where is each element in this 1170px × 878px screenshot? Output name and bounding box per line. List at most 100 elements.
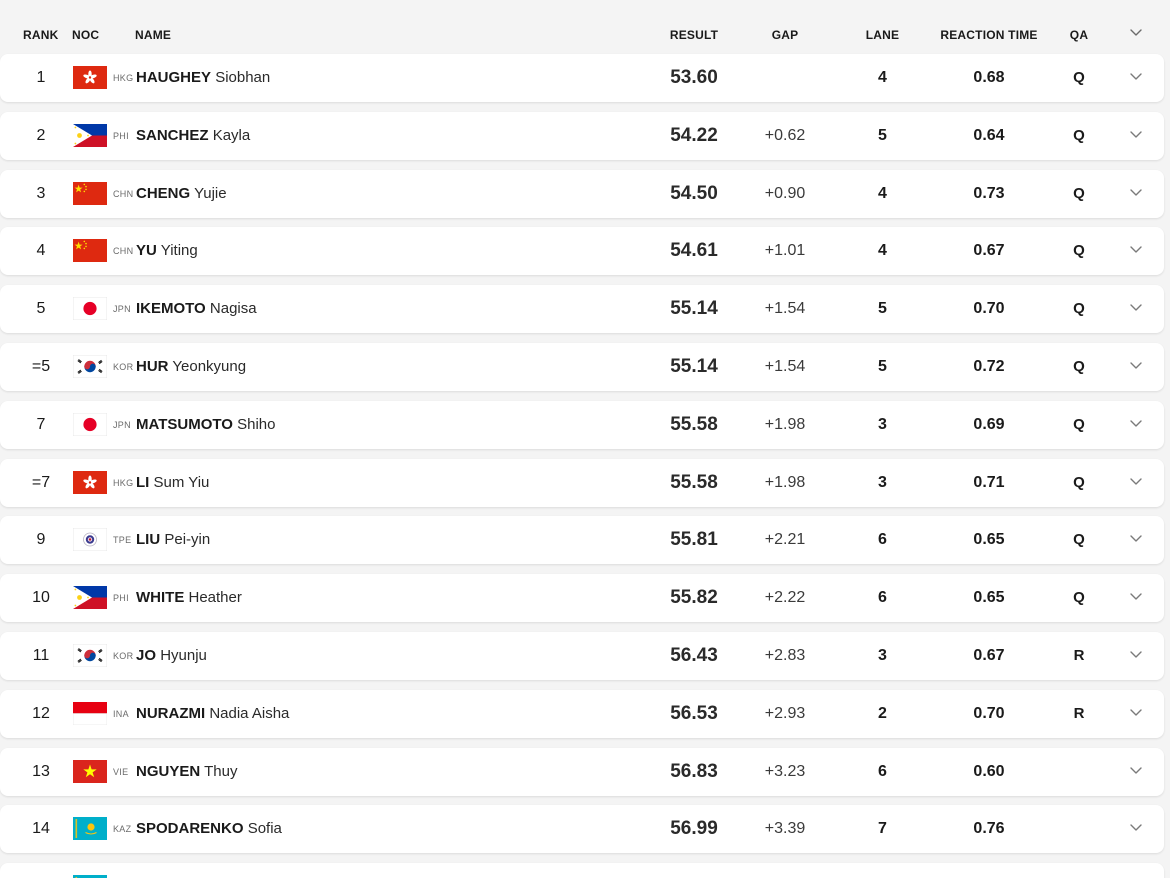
table-row[interactable]: 7 JPN MATSUMOTO Shiho 55.58 +1.98 3 0.69 Q: [0, 400, 1164, 449]
rank-value: 3: [36, 184, 46, 202]
table-row[interactable]: 2 PHI SANCHEZ Kayla 54.22 +0.62 5 0.64 Q: [0, 111, 1164, 160]
indonesia-flag-icon: [73, 701, 107, 725]
expand-row-chevron-down-icon[interactable]: [1127, 475, 1145, 489]
rank-value: 13: [32, 762, 50, 780]
expand-all-chevron-down-icon[interactable]: [1127, 26, 1145, 40]
noc-code: VIE: [113, 766, 129, 777]
gap-value: +2.21: [764, 531, 806, 549]
noc-code: PHI: [113, 593, 129, 604]
athlete-given-name: Nagisa: [209, 300, 257, 318]
korea-flag-icon: [73, 355, 107, 378]
expand-row-chevron-down-icon[interactable]: [1127, 186, 1145, 200]
table-row[interactable]: KAZ: [0, 863, 1164, 878]
reaction-time-value: 0.65: [973, 531, 1005, 549]
expand-row-chevron-down-icon[interactable]: [1127, 417, 1145, 431]
noc-code: CHN: [113, 188, 134, 199]
athlete-name[interactable]: JO Hyunju: [136, 632, 207, 680]
athlete-given-name: Hyunju: [160, 647, 207, 664]
athlete-name[interactable]: NURAZMI Nadia Aisha: [136, 690, 289, 738]
athlete-name[interactable]: HAUGHEY Siobhan: [136, 54, 270, 102]
expand-row-chevron-down-icon[interactable]: [1127, 70, 1145, 84]
column-header-name[interactable]: NAME: [135, 28, 171, 42]
athlete-surname: LIU: [136, 531, 161, 549]
table-row[interactable]: 11 KOR JO Hyunju 56.43 +2.83 3 0.67 R: [0, 632, 1164, 680]
expand-row-chevron-down-icon[interactable]: [1127, 590, 1145, 604]
table-row[interactable]: 9 TPE LIU Pei-yin 55.81 +2.21 6 0.65 Q: [0, 516, 1164, 565]
table-row[interactable]: 3 CHN CHENG Yujie 54.50 +0.90 4 0.73 Q: [0, 169, 1164, 218]
table-row[interactable]: 4 CHN YU Yiting 54.61 +1.01 4 0.67 Q: [0, 227, 1164, 276]
gap-value: [735, 863, 835, 878]
athlete-name[interactable]: SANCHEZ Kayla: [136, 112, 250, 160]
lane-value: 4: [878, 69, 887, 86]
gap-value: [735, 54, 835, 102]
expand-row-chevron-down-icon[interactable]: [1127, 764, 1145, 778]
expand-row-chevron-down-icon[interactable]: [1127, 821, 1145, 835]
athlete-name[interactable]: LIU Pei-yin: [136, 516, 210, 564]
table-row[interactable]: 5 JPN IKEMOTO Nagisa 55.14 +1.54 5 0.70 Q: [0, 285, 1164, 334]
result-value: 54.50: [670, 182, 718, 204]
expand-row-chevron-down-icon[interactable]: [1127, 128, 1145, 142]
table-row[interactable]: 10 PHI WHITE Heather 55.82 +2.22 6 0.65 Q: [0, 574, 1164, 623]
athlete-given-name: Yiting: [160, 242, 198, 260]
column-header-qa[interactable]: QA: [1050, 28, 1108, 42]
athlete-name[interactable]: YU Yiting: [136, 227, 198, 275]
lane-value: 4: [878, 242, 887, 260]
athlete-name[interactable]: IKEMOTO Nagisa: [136, 285, 257, 333]
reaction-time-value: 0.71: [973, 473, 1005, 491]
result-value: 55.81: [670, 529, 718, 551]
expand-row-chevron-down-icon[interactable]: [1127, 359, 1145, 373]
athlete-surname: HAUGHEY: [136, 69, 212, 86]
table-row[interactable]: =5 KOR HUR Yeonkyung 55.14 +1.54 5 0.72 Q: [0, 343, 1164, 391]
column-header-reaction-time[interactable]: REACTION TIME: [928, 28, 1050, 42]
athlete-given-name: Kayla: [212, 126, 251, 144]
gap-value: +1.54: [764, 300, 806, 318]
column-header-noc[interactable]: NOC: [72, 28, 99, 42]
athlete-surname: IKEMOTO: [136, 300, 206, 318]
column-header-lane[interactable]: LANE: [845, 28, 920, 42]
table-row[interactable]: =7 HKG LI Sum Yiu 55.58 +1.98 3 0.71 Q: [0, 458, 1164, 507]
lane-value: 3: [878, 415, 887, 433]
rank-value: 11: [32, 647, 50, 664]
table-row[interactable]: 1 HKG HAUGHEY Siobhan 53.60 4 0.68 Q: [0, 54, 1164, 102]
result-value: 55.58: [670, 413, 718, 435]
table-row[interactable]: 14 KAZ SPODARENKO Sofia 56.99 +3.39 7 0.76: [0, 805, 1164, 854]
athlete-given-name: Pei-yin: [164, 531, 211, 549]
result-value: 55.14: [670, 356, 718, 377]
expand-row-chevron-down-icon[interactable]: [1127, 243, 1145, 257]
expand-row-chevron-down-icon[interactable]: [1127, 648, 1145, 662]
athlete-name[interactable]: NGUYEN Thuy: [136, 748, 237, 796]
column-header-gap[interactable]: GAP: [735, 28, 835, 42]
qualification-value: Q: [1073, 69, 1085, 86]
result-value: 55.58: [670, 471, 718, 493]
qualification-value: Q: [1073, 358, 1085, 375]
gap-value: +0.62: [764, 126, 806, 144]
hong-kong-flag-icon: [73, 66, 107, 89]
athlete-name[interactable]: CHENG Yujie: [136, 170, 227, 218]
column-header-rank[interactable]: RANK: [23, 28, 58, 42]
athlete-given-name: Nadia Aisha: [209, 704, 290, 722]
rank-value: 9: [36, 531, 46, 549]
athlete-name[interactable]: WHITE Heather: [136, 574, 242, 622]
table-row[interactable]: 12 INA NURAZMI Nadia Aisha 56.53 +2.93 2 0.70 R: [0, 689, 1164, 738]
expand-row-chevron-down-icon[interactable]: [1127, 301, 1145, 315]
athlete-name[interactable]: HUR Yeonkyung: [136, 343, 246, 391]
china-flag-icon: [73, 181, 107, 205]
athlete-name[interactable]: MATSUMOTO Shiho: [136, 401, 275, 449]
table-row[interactable]: 13 VIE NGUYEN Thuy 56.83 +3.23 6 0.60: [0, 747, 1164, 796]
rank-value: 4: [36, 242, 46, 260]
athlete-name[interactable]: LI Sum Yiu: [136, 459, 209, 507]
lane-value: 3: [878, 473, 887, 491]
result-value: 56.83: [670, 760, 718, 782]
reaction-time-value: 0.65: [973, 589, 1005, 607]
expand-row-chevron-down-icon[interactable]: [1127, 532, 1145, 546]
lane-value: 6: [878, 762, 887, 780]
noc-code: INA: [113, 708, 129, 719]
column-header-result[interactable]: RESULT: [640, 28, 748, 42]
athlete-surname: YU: [136, 242, 157, 260]
athlete-name[interactable]: SPODARENKO Sofia: [136, 805, 282, 853]
rank-value: =5: [31, 358, 51, 375]
qualification-value: Q: [1073, 473, 1085, 491]
noc-code: PHI: [113, 130, 129, 141]
expand-row-chevron-down-icon[interactable]: [1127, 706, 1145, 720]
gap-value: +2.83: [764, 647, 806, 664]
